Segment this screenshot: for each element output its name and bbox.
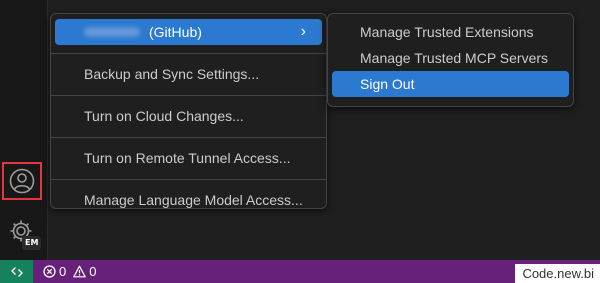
menu-item-trusted-extensions[interactable]: Manage Trusted Extensions <box>332 19 569 45</box>
error-count: 0 <box>59 264 67 279</box>
menu-item-sign-out[interactable]: Sign Out <box>332 71 569 97</box>
menu-item-remote-tunnel[interactable]: Turn on Remote Tunnel Access... <box>55 145 322 171</box>
warning-icon <box>73 265 87 278</box>
account-provider-label: (GitHub) <box>149 24 202 40</box>
accounts-button[interactable] <box>2 162 42 200</box>
manage-badge: EM <box>22 236 42 250</box>
menu-separator <box>51 179 326 180</box>
watermark-label: Code.new.bi <box>515 264 600 283</box>
error-icon <box>43 265 56 278</box>
remote-indicator-button[interactable] <box>0 260 33 283</box>
account-icon <box>9 168 35 194</box>
redacted-username <box>84 27 140 37</box>
warning-count: 0 <box>89 264 97 279</box>
status-bar: 0 0 Code.new.bi <box>0 260 600 283</box>
menu-separator <box>51 53 326 54</box>
chevron-right-icon: › <box>300 23 306 40</box>
manage-button[interactable]: EM <box>6 216 42 252</box>
menu-item-github-account[interactable]: (GitHub) › <box>55 19 322 45</box>
problems-indicator[interactable]: 0 0 <box>43 264 100 279</box>
account-context-menu: (GitHub) › Backup and Sync Settings... T… <box>50 13 327 209</box>
menu-item-trusted-mcp-servers[interactable]: Manage Trusted MCP Servers <box>332 45 569 71</box>
menu-separator <box>51 137 326 138</box>
remote-icon <box>10 266 23 277</box>
menu-item-language-model-access[interactable]: Manage Language Model Access... <box>55 187 322 213</box>
activity-bar: EM <box>0 0 48 260</box>
menu-item-cloud-changes[interactable]: Turn on Cloud Changes... <box>55 103 322 129</box>
menu-item-backup-sync[interactable]: Backup and Sync Settings... <box>55 61 322 87</box>
menu-separator <box>51 95 326 96</box>
account-submenu: Manage Trusted Extensions Manage Trusted… <box>327 13 574 107</box>
